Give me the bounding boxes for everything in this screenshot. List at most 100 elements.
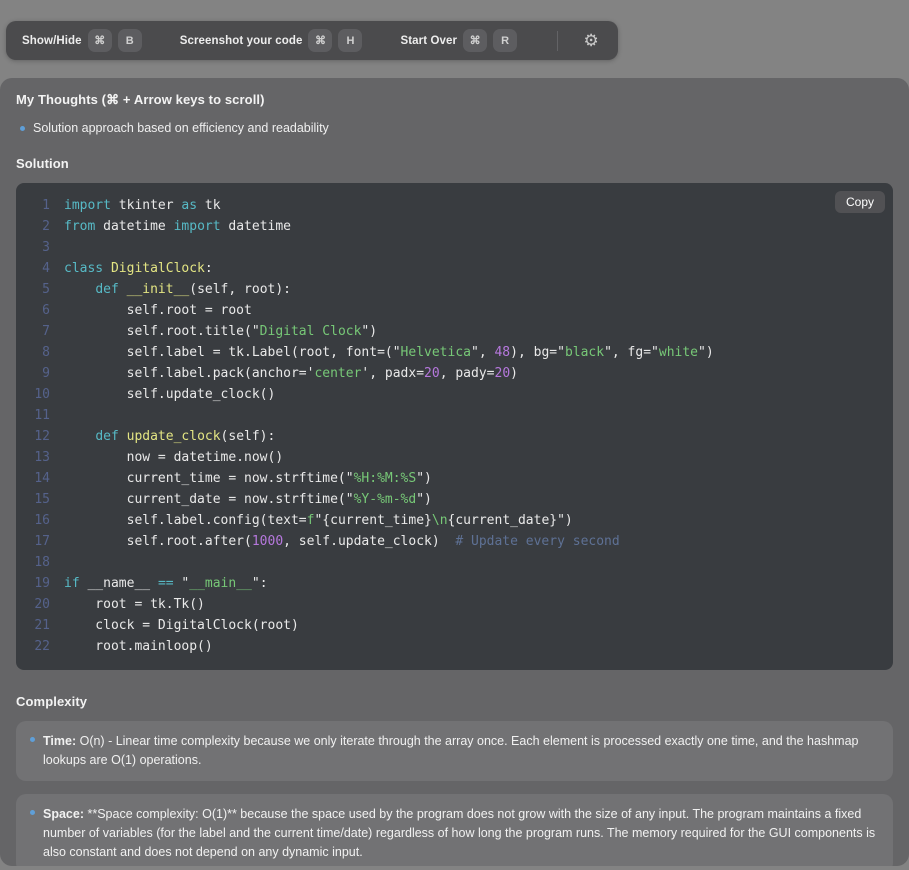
complexity-row: Space: **Space complexity: O(1)** becaus… bbox=[26, 805, 877, 862]
line-number: 2 bbox=[16, 216, 64, 237]
code-text: root.mainloop() bbox=[64, 636, 213, 657]
code-text: if __name__ == "__main__": bbox=[64, 573, 268, 594]
code-line: 16 self.label.config(text=f"{current_tim… bbox=[16, 510, 893, 531]
toolbar: Show/Hide ⌘ B Screenshot your code ⌘ H Start O… bbox=[6, 21, 618, 60]
toolbar-items: Show/Hide ⌘ B Screenshot your code ⌘ H Start O… bbox=[22, 29, 517, 52]
thought-item: Solution approach based on efficiency an… bbox=[16, 121, 893, 135]
line-number: 3 bbox=[16, 237, 64, 258]
line-number: 15 bbox=[16, 489, 64, 510]
line-number: 22 bbox=[16, 636, 64, 657]
line-number: 10 bbox=[16, 384, 64, 405]
gear-icon[interactable]: ⚙ bbox=[580, 30, 602, 52]
code-line: 7 self.root.title("Digital Clock") bbox=[16, 321, 893, 342]
code-text bbox=[64, 237, 72, 258]
code-line: 15 current_date = now.strftime("%Y-%m-%d… bbox=[16, 489, 893, 510]
code-line: 12 def update_clock(self): bbox=[16, 426, 893, 447]
line-number: 5 bbox=[16, 279, 64, 300]
code-line: 6 self.root = root bbox=[16, 300, 893, 321]
complexity-heading: Complexity bbox=[16, 694, 893, 709]
line-number: 11 bbox=[16, 405, 64, 426]
toolbar-item[interactable]: Show/Hide ⌘ B bbox=[22, 29, 142, 52]
bullet-dot-icon bbox=[20, 126, 25, 131]
code-text bbox=[64, 405, 72, 426]
keycap: ⌘ bbox=[88, 29, 112, 52]
line-number: 13 bbox=[16, 447, 64, 468]
complexity-card: Space: **Space complexity: O(1)** becaus… bbox=[16, 794, 893, 866]
line-number: 16 bbox=[16, 510, 64, 531]
code-text: now = datetime.now() bbox=[64, 447, 283, 468]
copy-button[interactable]: Copy bbox=[835, 191, 885, 213]
keycap: ⌘ bbox=[308, 29, 332, 52]
bullet-dot-icon bbox=[30, 810, 35, 815]
complexity-label: Space: bbox=[43, 807, 84, 821]
code-line: 8 self.label = tk.Label(root, font=("Hel… bbox=[16, 342, 893, 363]
line-number: 4 bbox=[16, 258, 64, 279]
code-line: 5 def __init__(self, root): bbox=[16, 279, 893, 300]
main-panel: My Thoughts (⌘ + Arrow keys to scroll) S… bbox=[0, 78, 909, 866]
code-text: def update_clock(self): bbox=[64, 426, 275, 447]
complexity-text: Time: O(n) - Linear time complexity beca… bbox=[43, 732, 877, 770]
line-number: 8 bbox=[16, 342, 64, 363]
code-line: 22 root.mainloop() bbox=[16, 636, 893, 657]
complexity-row: Time: O(n) - Linear time complexity beca… bbox=[26, 732, 877, 770]
toolbar-item[interactable]: Start Over ⌘ R bbox=[400, 29, 517, 52]
code-line: 10 self.update_clock() bbox=[16, 384, 893, 405]
toolbar-item-label: Screenshot your code bbox=[180, 35, 303, 47]
code-line: 11 bbox=[16, 405, 893, 426]
keycap: H bbox=[338, 29, 362, 52]
toolbar-divider bbox=[557, 31, 558, 51]
solution-heading: Solution bbox=[16, 156, 893, 171]
line-number: 19 bbox=[16, 573, 64, 594]
code-text: self.update_clock() bbox=[64, 384, 275, 405]
keycap: B bbox=[118, 29, 142, 52]
code-text: root = tk.Tk() bbox=[64, 594, 205, 615]
toolbar-item-label: Show/Hide bbox=[22, 35, 82, 47]
thought-text: Solution approach based on efficiency an… bbox=[33, 121, 329, 135]
line-number: 6 bbox=[16, 300, 64, 321]
code-line: 1import tkinter as tk bbox=[16, 195, 893, 216]
code-text: self.root.title("Digital Clock") bbox=[64, 321, 377, 342]
keycap: R bbox=[493, 29, 517, 52]
code-text: self.root.after(1000, self.update_clock)… bbox=[64, 531, 620, 552]
complexity-label: Time: bbox=[43, 734, 76, 748]
code-line: 4class DigitalClock: bbox=[16, 258, 893, 279]
thoughts-heading: My Thoughts (⌘ + Arrow keys to scroll) bbox=[16, 92, 893, 108]
toolbar-item[interactable]: Screenshot your code ⌘ H bbox=[180, 29, 363, 52]
code-line: 3 bbox=[16, 237, 893, 258]
code-text: self.root = root bbox=[64, 300, 252, 321]
code-line: 18 bbox=[16, 552, 893, 573]
complexity-text: Space: **Space complexity: O(1)** becaus… bbox=[43, 805, 877, 862]
line-number: 21 bbox=[16, 615, 64, 636]
code-text bbox=[64, 552, 72, 573]
code-text: from datetime import datetime bbox=[64, 216, 291, 237]
code-line: 14 current_time = now.strftime("%H:%M:%S… bbox=[16, 468, 893, 489]
code-text: import tkinter as tk bbox=[64, 195, 221, 216]
code-block: Copy 1import tkinter as tk2from datetime… bbox=[16, 183, 893, 670]
line-number: 7 bbox=[16, 321, 64, 342]
code-line: 19if __name__ == "__main__": bbox=[16, 573, 893, 594]
complexity-cards: Time: O(n) - Linear time complexity beca… bbox=[16, 721, 893, 866]
code-line: 9 self.label.pack(anchor='center', padx=… bbox=[16, 363, 893, 384]
toolbar-item-label: Start Over bbox=[400, 35, 457, 47]
code-line: 20 root = tk.Tk() bbox=[16, 594, 893, 615]
code-lines: 1import tkinter as tk2from datetime impo… bbox=[16, 195, 893, 657]
line-number: 14 bbox=[16, 468, 64, 489]
code-text: self.label.config(text=f"{current_time}\… bbox=[64, 510, 573, 531]
keycap: ⌘ bbox=[463, 29, 487, 52]
line-number: 17 bbox=[16, 531, 64, 552]
code-line: 21 clock = DigitalClock(root) bbox=[16, 615, 893, 636]
code-text: def __init__(self, root): bbox=[64, 279, 291, 300]
thoughts-list: Solution approach based on efficiency an… bbox=[16, 121, 893, 135]
code-text: current_time = now.strftime("%H:%M:%S") bbox=[64, 468, 432, 489]
line-number: 12 bbox=[16, 426, 64, 447]
code-text: self.label.pack(anchor='center', padx=20… bbox=[64, 363, 518, 384]
code-line: 13 now = datetime.now() bbox=[16, 447, 893, 468]
code-text: clock = DigitalClock(root) bbox=[64, 615, 299, 636]
line-number: 9 bbox=[16, 363, 64, 384]
code-text: self.label = tk.Label(root, font=("Helve… bbox=[64, 342, 714, 363]
line-number: 1 bbox=[16, 195, 64, 216]
code-text: class DigitalClock: bbox=[64, 258, 213, 279]
code-line: 2from datetime import datetime bbox=[16, 216, 893, 237]
code-line: 17 self.root.after(1000, self.update_clo… bbox=[16, 531, 893, 552]
complexity-card: Time: O(n) - Linear time complexity beca… bbox=[16, 721, 893, 781]
